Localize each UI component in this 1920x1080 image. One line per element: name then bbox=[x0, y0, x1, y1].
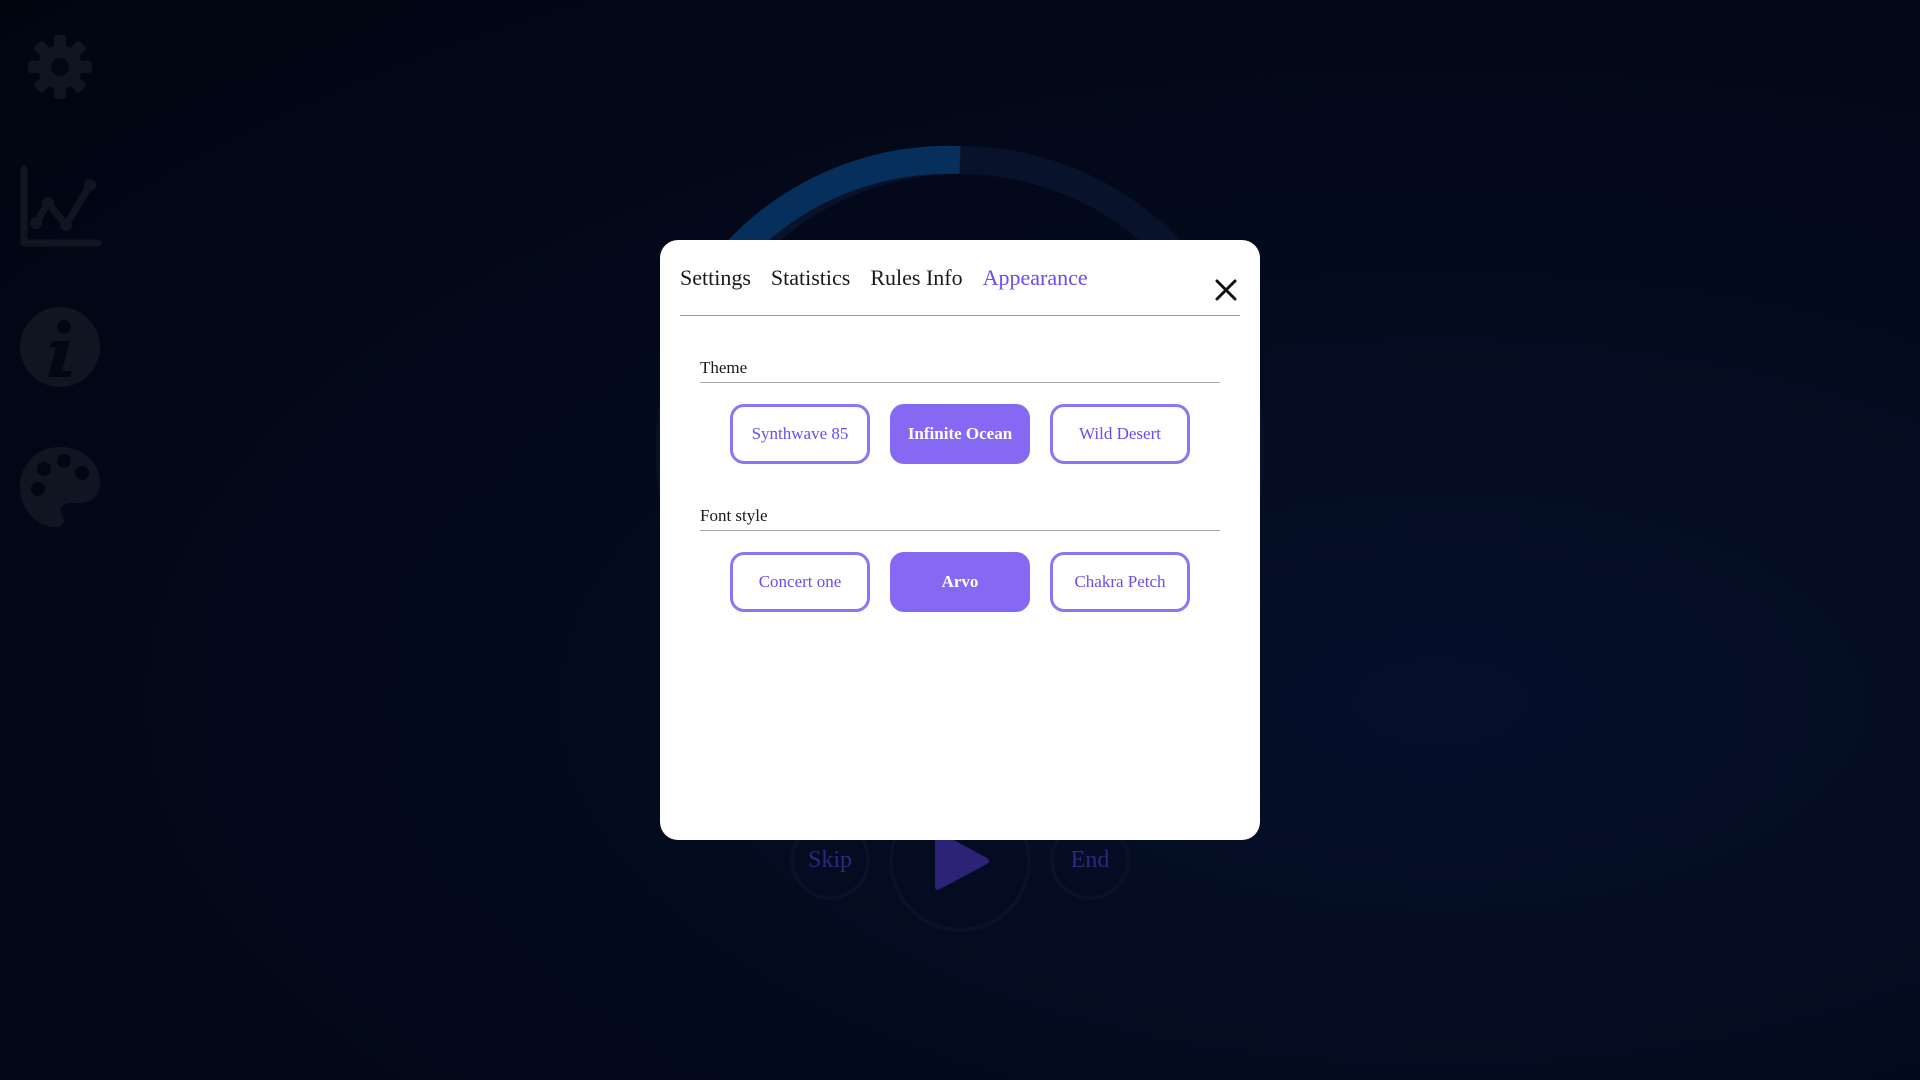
tab-appearance[interactable]: Appearance bbox=[983, 267, 1088, 289]
tab-settings[interactable]: Settings bbox=[680, 267, 751, 289]
font-style-label: Font style bbox=[700, 506, 768, 525]
tab-rules-info[interactable]: Rules Info bbox=[870, 267, 962, 289]
close-icon bbox=[1215, 279, 1237, 301]
tab-statistics[interactable]: Statistics bbox=[771, 267, 850, 289]
theme-divider bbox=[700, 382, 1220, 383]
theme-option-synthwave-85[interactable]: Synthwave 85 bbox=[730, 404, 870, 464]
theme-option-wild-desert[interactable]: Wild Desert bbox=[1050, 404, 1190, 464]
font-option-arvo[interactable]: Arvo bbox=[890, 552, 1030, 612]
theme-option-infinite-ocean[interactable]: Infinite Ocean bbox=[890, 404, 1030, 464]
font-style-divider bbox=[700, 530, 1220, 531]
font-option-chakra-petch[interactable]: Chakra Petch bbox=[1050, 552, 1190, 612]
modal-tabs: Settings Statistics Rules Info Appearanc… bbox=[680, 267, 1240, 316]
font-option-concert-one[interactable]: Concert one bbox=[730, 552, 870, 612]
appearance-modal: Settings Statistics Rules Info Appearanc… bbox=[660, 240, 1260, 840]
close-button[interactable] bbox=[1212, 276, 1240, 304]
theme-label: Theme bbox=[700, 358, 748, 377]
